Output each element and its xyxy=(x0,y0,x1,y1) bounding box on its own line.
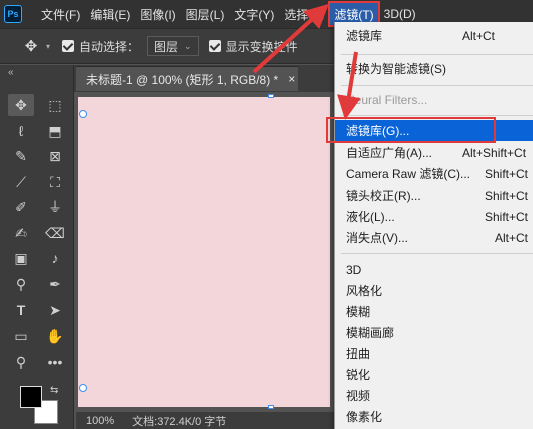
show-transform-checkbox[interactable] xyxy=(208,40,221,52)
more-tools-icon[interactable]: ••• xyxy=(42,351,68,373)
menu-item-neural-filters[interactable]: Neural Filters... xyxy=(335,89,533,110)
annotation-highlight-box xyxy=(326,117,496,143)
path-anchor-point[interactable] xyxy=(268,94,274,98)
tools-panel: « ✥ ⬚ ℓ ⬒ ✎ ⊠ ⟋ ⛶ ✐ ⏚ ✍ ⌫ ▣ ♪ ⚲ ✒ T ➤ ▭ … xyxy=(0,65,74,429)
menu-item-sharpen[interactable]: 锐化 xyxy=(335,364,533,385)
menu-item-vanishing-point[interactable]: 消失点(V)... Alt+Ct xyxy=(335,227,533,248)
object-select-tool-icon[interactable]: ⬒ xyxy=(42,120,68,142)
menu-item-3d[interactable]: 3D xyxy=(335,259,533,280)
rectangle-tool-icon[interactable]: ▭ xyxy=(8,325,34,347)
menu-item-lens-correction[interactable]: 镜头校正(R)... Shift+Ct xyxy=(335,185,533,206)
menu-divider xyxy=(341,253,533,254)
frame-tool-icon[interactable]: ⊠ xyxy=(42,145,68,167)
eyedropper-tool-icon[interactable]: ⟋ xyxy=(8,171,34,193)
spot-healing-icon[interactable]: ⛶ xyxy=(42,171,68,193)
menu-item-adaptive-wide-angle[interactable]: 自适应广角(A)... Alt+Shift+Ct xyxy=(335,142,533,163)
zoom-level[interactable]: 100% xyxy=(86,415,114,427)
brush-tool-icon[interactable]: ✐ xyxy=(8,196,34,218)
auto-select-dropdown[interactable]: 图层 ⌄ xyxy=(147,36,199,56)
pen-tool-icon[interactable]: ✒ xyxy=(42,273,68,295)
menu-item-liquify[interactable]: 液化(L)... Shift+Ct xyxy=(335,206,533,227)
swap-colors-icon[interactable]: ⇆ xyxy=(50,385,58,396)
marquee-tool-icon[interactable]: ⬚ xyxy=(42,94,68,116)
move-tool-icon[interactable]: ✥ xyxy=(22,37,40,55)
document-tab[interactable]: 未标题-1 @ 100% (矩形 1, RGB/8) * × xyxy=(76,66,298,91)
status-bar: 100% 文档:372.4K/0 字节 xyxy=(76,412,334,429)
filter-menu: 滤镜库 Alt+Ct 转换为智能滤镜(S) Neural Filters... … xyxy=(334,22,533,429)
menu-item-stylize[interactable]: 风格化 xyxy=(335,280,533,301)
document-info[interactable]: 文档:372.4K/0 字节 xyxy=(132,413,226,429)
gradient-tool-icon[interactable]: ▣ xyxy=(8,247,34,269)
show-transform-label: 显示变换控件 xyxy=(225,39,298,54)
menu-item-filter-gallery-last[interactable]: 滤镜库 Alt+Ct xyxy=(335,25,533,46)
move-tool-icon[interactable]: ✥ xyxy=(8,94,34,116)
menu-image[interactable]: 图像(I) xyxy=(135,2,180,26)
close-icon[interactable]: × xyxy=(288,72,295,86)
document-title: 未标题-1 @ 100% (矩形 1, RGB/8) * xyxy=(86,72,279,87)
menu-layer[interactable]: 图层(L) xyxy=(181,2,230,26)
menu-item-blur[interactable]: 模糊 xyxy=(335,301,533,322)
chevron-down-icon[interactable]: ▾ xyxy=(46,42,50,51)
auto-select-value: 图层 xyxy=(154,39,179,54)
menu-divider xyxy=(341,85,533,86)
foreground-color-swatch[interactable] xyxy=(20,386,42,408)
menu-type[interactable]: 文字(Y) xyxy=(229,2,279,26)
menu-item-camera-raw[interactable]: Camera Raw 滤镜(C)... Shift+Ct xyxy=(335,163,533,184)
path-anchor-point[interactable] xyxy=(79,384,87,392)
eraser-tool-icon[interactable]: ⌫ xyxy=(42,222,68,244)
path-anchor-point[interactable] xyxy=(79,110,87,118)
menu-divider xyxy=(341,54,533,55)
menu-item-distort[interactable]: 扭曲 xyxy=(335,343,533,364)
path-select-icon[interactable]: ➤ xyxy=(42,299,68,321)
blur-tool-icon[interactable]: ♪ xyxy=(42,247,68,269)
dodge-tool-icon[interactable]: ⚲ xyxy=(8,273,34,295)
menu-file[interactable]: 文件(F) xyxy=(36,2,85,26)
type-tool-icon[interactable]: T xyxy=(8,299,34,321)
zoom-tool-icon[interactable]: ⚲ xyxy=(8,351,34,373)
clone-stamp-icon[interactable]: ⏚ xyxy=(42,196,68,218)
menu-item-video[interactable]: 视频 xyxy=(335,385,533,406)
lasso-tool-icon[interactable]: ℓ xyxy=(8,120,34,142)
chevron-down-icon: ⌄ xyxy=(184,40,192,51)
photoshop-logo-icon: Ps xyxy=(4,5,22,23)
auto-select-checkbox[interactable] xyxy=(62,40,75,52)
menu-item-convert-smart-filter[interactable]: 转换为智能滤镜(S) xyxy=(335,58,533,79)
menu-select[interactable]: 选择(S) xyxy=(279,2,329,26)
menu-edit[interactable]: 编辑(E) xyxy=(85,2,135,26)
menu-item-blur-gallery[interactable]: 模糊画廊 xyxy=(335,322,533,343)
crop-tool-icon[interactable]: ✎ xyxy=(8,145,34,167)
menu-divider xyxy=(341,115,533,116)
auto-select-label: 自动选择： xyxy=(79,39,140,54)
history-brush-icon[interactable]: ✍ xyxy=(8,222,34,244)
canvas[interactable] xyxy=(78,94,330,409)
path-anchor-point[interactable] xyxy=(268,405,274,409)
hand-tool-icon[interactable]: ✋ xyxy=(42,325,68,347)
collapse-icon[interactable]: « xyxy=(8,67,14,78)
menu-item-pixelate[interactable]: 像素化 xyxy=(335,406,533,427)
